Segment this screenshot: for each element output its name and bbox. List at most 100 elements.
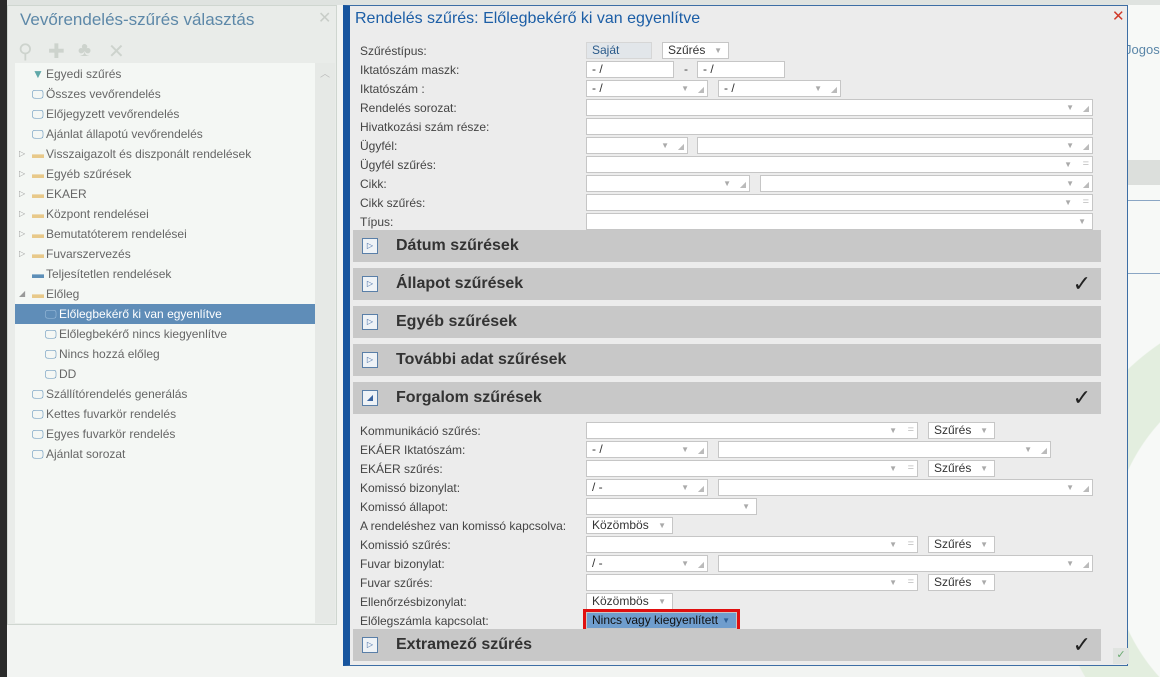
chevron-down-icon[interactable]: ▼	[1064, 157, 1072, 172]
equals-icon[interactable]: =	[908, 537, 914, 552]
equals-icon[interactable]: =	[908, 575, 914, 590]
chevron-down-icon[interactable]: ▼	[681, 556, 689, 571]
tree-item[interactable]: ▬ Teljesítetlen rendelések	[15, 264, 315, 284]
combo-field[interactable]: ▼ ◢	[718, 555, 1093, 572]
combo-field[interactable]: ▼ ◢	[697, 137, 1093, 154]
equals-icon[interactable]: =	[908, 461, 914, 476]
tree-item[interactable]: ▷ ▬ Egyéb szűrések	[15, 164, 315, 184]
chevron-down-icon[interactable]: ▼	[661, 138, 669, 153]
text-input[interactable]: - /	[697, 61, 785, 78]
dropdown[interactable]: Szűrés ▼	[928, 422, 995, 439]
tree-item[interactable]: ▷ ▬ Központ rendelései	[15, 204, 315, 224]
chevron-down-icon[interactable]: ▼	[889, 461, 897, 476]
expand-icon[interactable]: ▷	[19, 164, 25, 184]
combo-field[interactable]: - / ▼ ◢	[586, 80, 708, 97]
tree-item[interactable]: ▷ ▬ Bemutatóterem rendelései	[15, 224, 315, 244]
chevron-down-icon[interactable]: ▼	[658, 594, 666, 609]
chevron-down-icon[interactable]: ▼	[1066, 176, 1074, 191]
chevron-down-icon[interactable]: ▼	[889, 537, 897, 552]
combo-field[interactable]: - / ▼ ◢	[718, 80, 841, 97]
chevron-down-icon[interactable]: ▼	[980, 575, 988, 590]
combo-field[interactable]: / - ▼ ◢	[586, 555, 708, 572]
expand-icon[interactable]: ▷	[362, 314, 378, 330]
tree-item[interactable]: ▷ ▬ EKAER	[15, 184, 315, 204]
combo-field[interactable]: ▼ =	[586, 574, 918, 591]
section-header-további-adat-szűrések[interactable]: ▷ További adat szűrések	[353, 344, 1101, 376]
chevron-down-icon[interactable]: ▼	[814, 81, 822, 96]
tree-item[interactable]: 🖵 Ajánlat állapotú vevőrendelés	[15, 124, 315, 144]
tree-item[interactable]: ▷ ▬ Visszaigazolt és diszponált rendelések	[15, 144, 315, 164]
expand-icon[interactable]: ▷	[362, 238, 378, 254]
equals-icon[interactable]: =	[1083, 157, 1089, 172]
chevron-down-icon[interactable]: ▼	[722, 613, 730, 628]
chevron-down-icon[interactable]: ▼	[681, 442, 689, 457]
tree-icon[interactable]: ♣	[78, 39, 91, 62]
chevron-down-icon[interactable]: ▼	[714, 43, 722, 58]
add-icon[interactable]: ✚	[48, 39, 65, 64]
tree-item[interactable]: 🖵 Kettes fuvarkör rendelés	[15, 404, 315, 424]
chevron-down-icon[interactable]: ▼	[658, 518, 666, 533]
dropdown[interactable]: ▼	[586, 213, 1093, 230]
tree-scrollbar[interactable]: ︿	[315, 63, 335, 623]
combo-field[interactable]: ▼ ◢	[760, 175, 1093, 192]
chevron-down-icon[interactable]: ▼	[889, 423, 897, 438]
chevron-down-icon[interactable]: ▼	[980, 461, 988, 476]
text-input[interactable]: Saját	[586, 42, 652, 59]
equals-icon[interactable]: =	[908, 423, 914, 438]
chevron-down-icon[interactable]: ▼	[1066, 556, 1074, 571]
combo-field[interactable]: / - ▼ ◢	[586, 479, 708, 496]
combo-field[interactable]: ▼ ◢	[586, 137, 688, 154]
tree-item[interactable]: 🖵 Ajánlat sorozat	[15, 444, 315, 464]
combo-field[interactable]: ▼ =	[586, 156, 1093, 173]
tree-item[interactable]: ▼ Egyedi szűrés	[15, 64, 315, 84]
dropdown[interactable]: Szűrés ▼	[928, 574, 995, 591]
section-header-extramező-szűrés[interactable]: ▷ Extramező szűrés ✓	[353, 629, 1101, 661]
tree-item[interactable]: 🖵 DD	[15, 364, 315, 384]
dropdown[interactable]: Szűrés ▼	[662, 42, 729, 59]
combo-field[interactable]: - / ▼ ◢	[586, 441, 708, 458]
chevron-down-icon[interactable]: ▼	[1064, 195, 1072, 210]
combo-field[interactable]: ▼ ◢	[718, 479, 1093, 496]
dropdown[interactable]: ▼	[586, 498, 757, 515]
dropdown[interactable]: Szűrés ▼	[928, 460, 995, 477]
combo-field[interactable]: ▼ ◢	[718, 441, 1051, 458]
search-icon[interactable]: ⚲	[18, 39, 33, 64]
tree-item[interactable]: ◢ ▬ Előleg	[15, 284, 315, 304]
tree-item[interactable]: 🖵 Nincs hozzá előleg	[15, 344, 315, 364]
chevron-down-icon[interactable]: ▼	[889, 575, 897, 590]
dropdown[interactable]: Nincs vagy kiegyenlített ▼	[583, 609, 740, 632]
combo-field[interactable]: ▼ ◢	[586, 175, 750, 192]
dropdown[interactable]: Közömbös ▼	[586, 593, 673, 610]
chevron-down-icon[interactable]: ▼	[681, 480, 689, 495]
confirm-icon[interactable]: ✓	[1113, 648, 1129, 664]
expand-icon[interactable]: ▷	[19, 204, 25, 224]
chevron-down-icon[interactable]: ▼	[980, 537, 988, 552]
text-input[interactable]: - /	[586, 61, 674, 78]
expand-icon[interactable]: ▷	[19, 224, 25, 244]
chevron-down-icon[interactable]: ▼	[1078, 214, 1086, 229]
dropdown[interactable]: Közömbös ▼	[586, 517, 673, 534]
combo-field[interactable]: ▼ =	[586, 422, 918, 439]
section-header-forgalom-szűrések[interactable]: ◢ Forgalom szűrések ✓	[353, 382, 1101, 414]
combo-field[interactable]: ▼ =	[586, 194, 1093, 211]
chevron-down-icon[interactable]: ▼	[1066, 480, 1074, 495]
tree-item[interactable]: 🖵 Előlegbekérő ki van egyenlítve	[15, 304, 315, 324]
expand-icon[interactable]: ▷	[19, 244, 25, 264]
tree-item[interactable]: 🖵 Előjegyzett vevőrendelés	[15, 104, 315, 124]
close-icon[interactable]: ✕	[318, 8, 331, 28]
combo-field[interactable]: ▼ =	[586, 536, 918, 553]
unpin-icon[interactable]: ✕	[108, 39, 125, 64]
chevron-down-icon[interactable]: ▼	[742, 499, 750, 514]
expand-icon[interactable]: ▷	[362, 352, 378, 368]
section-header-egyéb-szűrések[interactable]: ▷ Egyéb szűrések	[353, 306, 1101, 338]
chevron-down-icon[interactable]: ▼	[980, 423, 988, 438]
expand-icon[interactable]: ▷	[19, 184, 25, 204]
tree-item[interactable]: ▷ ▬ Fuvarszervezés	[15, 244, 315, 264]
tree-item[interactable]: 🖵 Egyes fuvarkör rendelés	[15, 424, 315, 444]
section-header-dátum-szűrések[interactable]: ▷ Dátum szűrések	[353, 230, 1101, 262]
section-header-állapot-szűrések[interactable]: ▷ Állapot szűrések ✓	[353, 268, 1101, 300]
combo-field[interactable]: ▼ =	[586, 460, 918, 477]
expand-icon[interactable]: ▷	[362, 276, 378, 292]
expand-icon[interactable]: ▷	[19, 144, 25, 164]
equals-icon[interactable]: =	[1083, 195, 1089, 210]
